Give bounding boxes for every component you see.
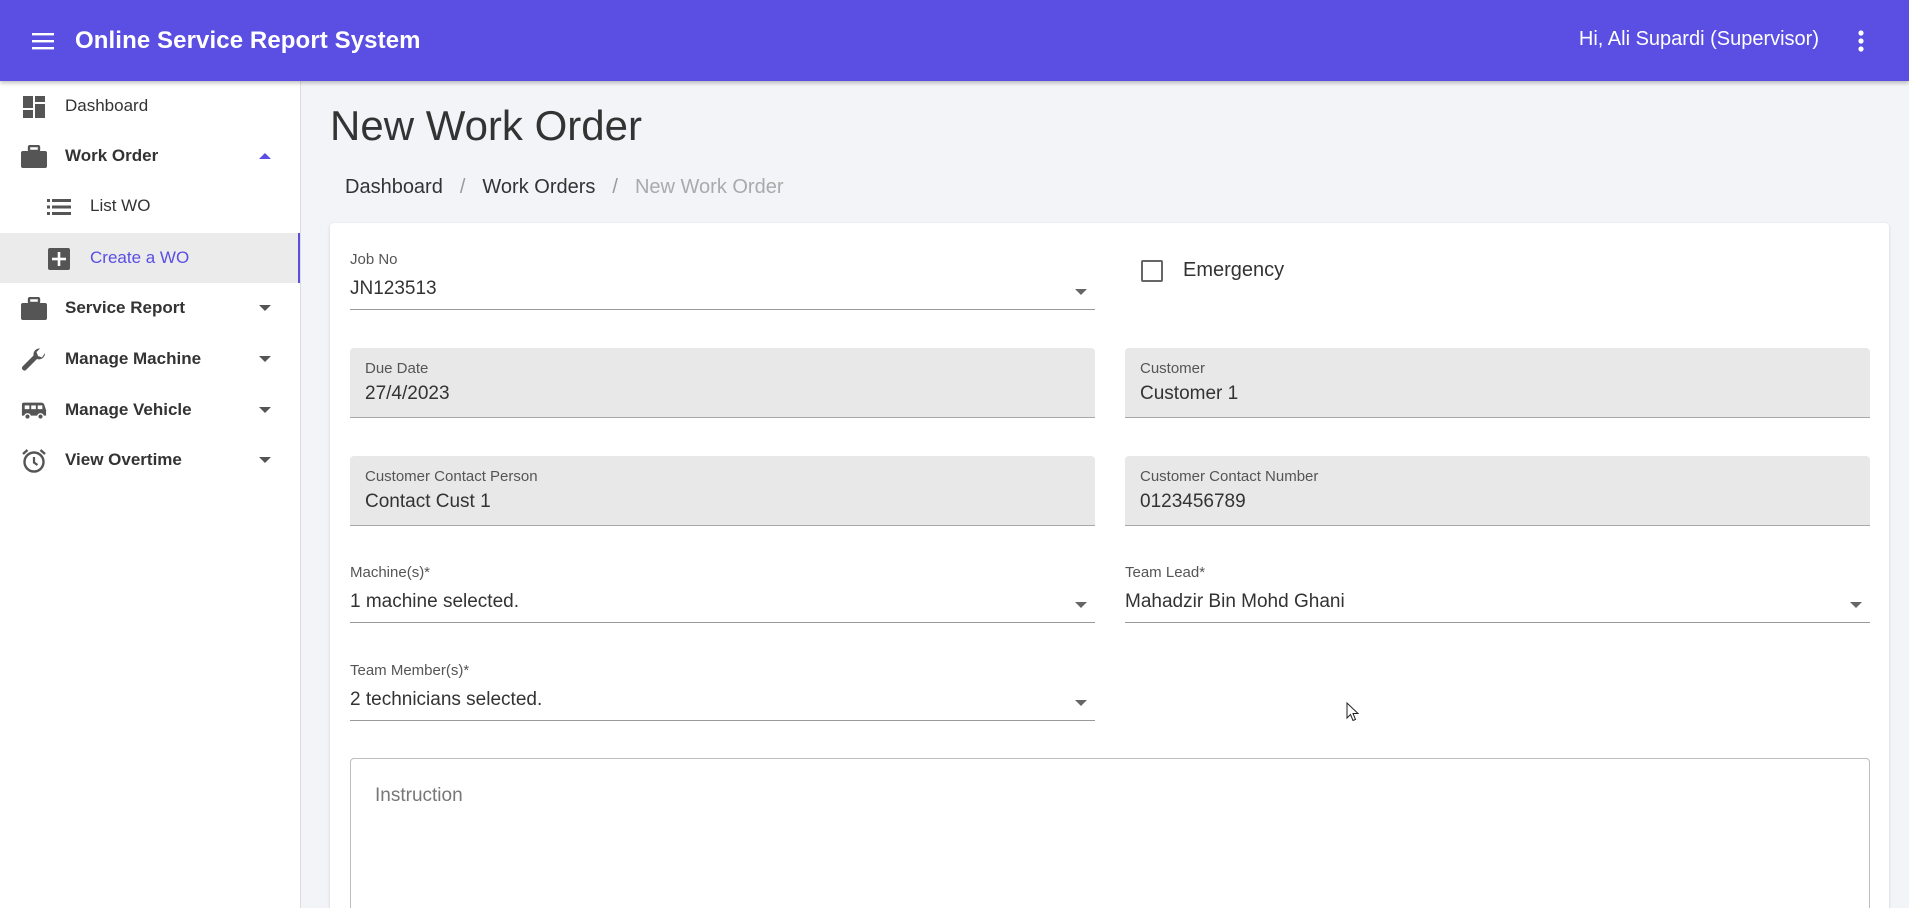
due-date-label: Due Date bbox=[365, 360, 429, 377]
sidebar-item-dashboard[interactable]: Dashboard bbox=[0, 81, 300, 131]
breadcrumb-work-orders[interactable]: Work Orders bbox=[482, 176, 595, 199]
app-bar: Online Service Report System Hi, Ali Sup… bbox=[0, 0, 1909, 81]
breadcrumb-separator: / bbox=[612, 176, 618, 198]
instruction-placeholder: Instruction bbox=[375, 785, 463, 806]
machines-select[interactable]: Machine(s)* 1 machine selected. bbox=[350, 564, 1095, 623]
sidebar-item-label: Manage Vehicle bbox=[65, 400, 192, 419]
dropdown-arrow-icon bbox=[1075, 289, 1087, 295]
list-icon bbox=[46, 194, 72, 220]
bus-icon bbox=[21, 398, 47, 424]
dropdown-arrow-icon bbox=[1850, 602, 1862, 608]
sidebar-item-label: Dashboard bbox=[65, 96, 149, 115]
sidebar-item-work-order[interactable]: Work Order bbox=[0, 131, 300, 181]
contact-person-value: Contact Cust 1 bbox=[365, 491, 491, 512]
sidebar-item-label: Create a WO bbox=[90, 248, 190, 267]
contact-person-label: Customer Contact Person bbox=[365, 468, 538, 485]
add-box-icon bbox=[46, 246, 72, 272]
dropdown-arrow-icon bbox=[1075, 700, 1087, 706]
sidebar-item-label: List WO bbox=[90, 196, 151, 215]
machines-value: 1 machine selected. bbox=[350, 591, 519, 612]
sidebar-item-list-wo[interactable]: List WO bbox=[0, 181, 300, 231]
due-date-field[interactable]: Due Date 27/4/2023 bbox=[350, 348, 1095, 418]
breadcrumb: Dashboard / Work Orders / New Work Order bbox=[345, 176, 784, 199]
due-date-value: 27/4/2023 bbox=[365, 383, 450, 404]
sidebar: Dashboard Work Order List WO Create a WO… bbox=[0, 81, 301, 908]
job-no-select[interactable]: Job No JN123513 bbox=[350, 251, 1095, 310]
page-title: New Work Order bbox=[330, 102, 642, 149]
briefcase-icon bbox=[21, 296, 47, 322]
menu-icon[interactable] bbox=[29, 26, 59, 56]
contact-number-value: 0123456789 bbox=[1140, 491, 1246, 512]
sidebar-item-label: Manage Machine bbox=[65, 349, 202, 368]
sidebar-item-service-report[interactable]: Service Report bbox=[0, 283, 300, 333]
briefcase-icon bbox=[21, 144, 47, 170]
chevron-down-icon bbox=[259, 305, 271, 311]
breadcrumb-current: New Work Order bbox=[634, 176, 784, 198]
job-no-label: Job No bbox=[350, 251, 398, 268]
sidebar-item-label: View Overtime bbox=[65, 450, 182, 469]
contact-number-label: Customer Contact Number bbox=[1140, 468, 1319, 485]
instruction-textarea[interactable]: Instruction bbox=[350, 758, 1870, 908]
emergency-label: Emergency bbox=[1183, 259, 1285, 281]
sidebar-item-manage-vehicle[interactable]: Manage Vehicle bbox=[0, 385, 300, 435]
machines-label: Machine(s)* bbox=[350, 564, 431, 581]
sidebar-item-manage-machine[interactable]: Manage Machine bbox=[0, 334, 300, 384]
chevron-down-icon bbox=[259, 356, 271, 362]
contact-number-field[interactable]: Customer Contact Number 0123456789 bbox=[1125, 456, 1870, 526]
sidebar-item-label: Work Order bbox=[65, 146, 159, 165]
team-members-label: Team Member(s)* bbox=[350, 662, 470, 679]
team-lead-value: Mahadzir Bin Mohd Ghani bbox=[1125, 591, 1345, 612]
app-title: Online Service Report System bbox=[75, 26, 421, 54]
sidebar-item-create-wo[interactable]: Create a WO bbox=[0, 233, 300, 283]
checkbox-box[interactable] bbox=[1141, 259, 1163, 282]
user-greeting: Hi, Ali Supardi (Supervisor) bbox=[1578, 28, 1819, 50]
emergency-checkbox[interactable]: Emergency bbox=[1141, 259, 1284, 282]
breadcrumb-separator: / bbox=[459, 176, 466, 198]
sidebar-item-view-overtime[interactable]: View Overtime bbox=[0, 435, 300, 485]
sidebar-item-label: Service Report bbox=[65, 298, 185, 317]
chevron-down-icon bbox=[259, 457, 271, 463]
team-lead-label: Team Lead* bbox=[1125, 564, 1206, 581]
team-members-value: 2 technicians selected. bbox=[350, 689, 543, 710]
contact-person-field[interactable]: Customer Contact Person Contact Cust 1 bbox=[350, 456, 1095, 526]
customer-label: Customer bbox=[1140, 360, 1206, 377]
team-members-select[interactable]: Team Member(s)* 2 technicians selected. bbox=[350, 662, 1095, 721]
customer-field[interactable]: Customer Customer 1 bbox=[1125, 348, 1870, 418]
dashboard-icon bbox=[21, 94, 47, 120]
team-lead-select[interactable]: Team Lead* Mahadzir Bin Mohd Ghani bbox=[1125, 564, 1870, 623]
chevron-up-icon bbox=[259, 153, 271, 159]
breadcrumb-dashboard[interactable]: Dashboard bbox=[345, 176, 443, 199]
alarm-clock-icon bbox=[21, 448, 47, 474]
dropdown-arrow-icon bbox=[1075, 602, 1087, 608]
chevron-down-icon bbox=[259, 407, 271, 413]
mouse-cursor-icon bbox=[1346, 702, 1360, 722]
job-no-value: JN123513 bbox=[350, 278, 437, 299]
wrench-icon bbox=[21, 347, 47, 373]
customer-value: Customer 1 bbox=[1140, 383, 1239, 404]
more-vert-icon[interactable] bbox=[1849, 27, 1873, 55]
